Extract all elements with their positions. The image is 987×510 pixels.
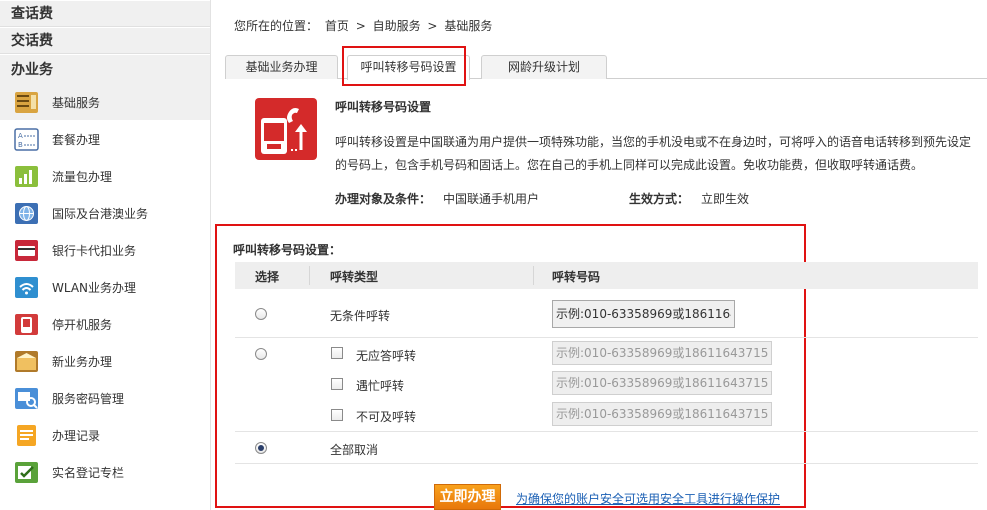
tab-bar: 基础业务办理 呼叫转移号码设置 网龄升级计划 <box>225 50 987 80</box>
label-no-answer: 无应答呼转 <box>356 349 417 363</box>
call-forwarding-icon <box>255 98 317 160</box>
row-divider <box>235 463 978 464</box>
sidebar-item-records[interactable]: 办理记录 <box>0 417 210 454</box>
sidebar-section-pay-fee[interactable]: 交话费 <box>0 27 210 54</box>
globe-icon <box>13 200 40 227</box>
tab-call-forwarding[interactable]: 呼叫转移号码设置 <box>347 55 470 80</box>
sidebar-item-password[interactable]: 服务密码管理 <box>0 380 210 417</box>
busy-number-input[interactable] <box>552 371 772 395</box>
svg-text:A: A <box>18 132 23 140</box>
sidebar-section-query-fee[interactable]: 查话费 <box>0 0 210 27</box>
sidebar-item-label: WLAN业务办理 <box>52 280 137 295</box>
table-header: 选择 呼转类型 呼转号码 <box>235 262 978 289</box>
sidebar-item-label: 实名登记专栏 <box>52 465 125 480</box>
sidebar-item-new-service[interactable]: 新业务办理 <box>0 343 210 380</box>
row-divider <box>235 337 978 338</box>
label-unreachable: 不可及呼转 <box>356 410 417 424</box>
intro-meta: 办理对象及条件： 中国联通手机用户 生效方式： 立即生效 <box>335 190 749 207</box>
breadcrumb-current: 基础服务 <box>444 19 493 33</box>
column-select: 选择 <box>255 270 280 284</box>
sidebar-item-label: 停开机服务 <box>52 317 113 332</box>
radio-unconditional[interactable] <box>255 308 267 320</box>
effect-label: 生效方式： <box>629 192 690 206</box>
security-tool-link[interactable]: 为确保您的账户安全可选用安全工具进行操作保护 <box>516 490 780 507</box>
sidebar-section-services[interactable]: 办业务 <box>0 54 210 84</box>
submit-button[interactable]: 立即办理 <box>434 484 501 510</box>
sidebar-item-real-name[interactable]: 实名登记专栏 <box>0 454 210 491</box>
sidebar-item-label: 流量包办理 <box>52 169 113 184</box>
breadcrumb-separator: > <box>427 19 438 33</box>
sidebar-item-suspend[interactable]: 停开机服务 <box>0 306 210 343</box>
effect-value: 立即生效 <box>701 192 750 206</box>
page-root: 查话费 交话费 办业务 基础服务 AB 套餐办理 流量包办理 国际及台港澳业务 <box>0 0 987 510</box>
package-card-icon: AB <box>13 126 40 153</box>
sidebar-item-bank-card[interactable]: 银行卡代扣业务 <box>0 232 210 269</box>
target-label: 办理对象及条件： <box>335 192 432 206</box>
row-divider <box>235 431 978 432</box>
breadcrumb-prefix: 您所在的位置： <box>234 19 319 33</box>
label-cancel-all: 全部取消 <box>330 443 379 457</box>
sidebar: 查话费 交话费 办业务 基础服务 AB 套餐办理 流量包办理 国际及台港澳业务 <box>0 0 211 510</box>
sidebar-item-label: 银行卡代扣业务 <box>52 243 137 258</box>
label-unconditional: 无条件呼转 <box>330 309 391 323</box>
record-notepad-icon <box>13 422 40 449</box>
target-value: 中国联通手机用户 <box>443 192 540 206</box>
sidebar-item-international[interactable]: 国际及台港澳业务 <box>0 195 210 232</box>
column-forward-type: 呼转类型 <box>330 270 379 284</box>
radio-cancel-all[interactable] <box>255 442 267 454</box>
id-register-icon <box>13 459 40 486</box>
checkbox-unreachable[interactable] <box>331 409 343 421</box>
book-icon <box>13 89 40 116</box>
svg-text:B: B <box>18 141 23 149</box>
tab-network-age-upgrade[interactable]: 网龄升级计划 <box>481 55 607 79</box>
new-service-box-icon <box>13 348 40 375</box>
breadcrumb: 您所在的位置： 首页 > 自助服务 > 基础服务 <box>234 17 495 34</box>
main-content: 您所在的位置： 首页 > 自助服务 > 基础服务 基础业务办理 呼叫转移号码设置… <box>213 0 987 510</box>
form-title: 呼叫转移号码设置： <box>233 243 342 257</box>
data-chart-icon <box>13 163 40 190</box>
breadcrumb-self-service[interactable]: 自助服务 <box>373 19 421 33</box>
sidebar-item-label: 套餐办理 <box>52 132 101 147</box>
sidebar-item-basic-service[interactable]: 基础服务 <box>0 84 210 121</box>
breadcrumb-separator: > <box>355 19 366 33</box>
breadcrumb-home[interactable]: 首页 <box>325 19 349 33</box>
bank-card-icon <box>13 237 40 264</box>
sidebar-item-label: 服务密码管理 <box>52 391 125 406</box>
password-search-icon <box>13 385 40 412</box>
checkbox-busy[interactable] <box>331 378 343 390</box>
unconditional-number-input[interactable] <box>552 300 735 328</box>
sidebar-item-label: 国际及台港澳业务 <box>52 206 149 221</box>
intro-description: 呼叫转移设置是中国联通为用户提供一项特殊功能，当您的手机没电或不在身边时，可将呼… <box>335 135 972 172</box>
unreachable-number-input[interactable] <box>552 402 772 426</box>
phone-power-icon <box>13 311 40 338</box>
label-busy: 遇忙呼转 <box>356 379 405 393</box>
tab-basic-business[interactable]: 基础业务办理 <box>225 55 338 79</box>
sidebar-item-wlan[interactable]: WLAN业务办理 <box>0 269 210 306</box>
column-forward-number: 呼转号码 <box>552 270 601 284</box>
sidebar-item-label: 基础服务 <box>52 95 101 110</box>
checkbox-no-answer[interactable] <box>331 347 343 359</box>
no-answer-number-input[interactable] <box>552 341 772 365</box>
sidebar-item-package[interactable]: AB 套餐办理 <box>0 121 210 158</box>
wlan-icon <box>13 274 40 301</box>
intro-title: 呼叫转移号码设置 <box>335 100 432 114</box>
sidebar-item-label: 办理记录 <box>52 428 101 443</box>
sidebar-item-label: 新业务办理 <box>52 354 113 369</box>
radio-conditional[interactable] <box>255 348 267 360</box>
sidebar-item-data-package[interactable]: 流量包办理 <box>0 158 210 195</box>
